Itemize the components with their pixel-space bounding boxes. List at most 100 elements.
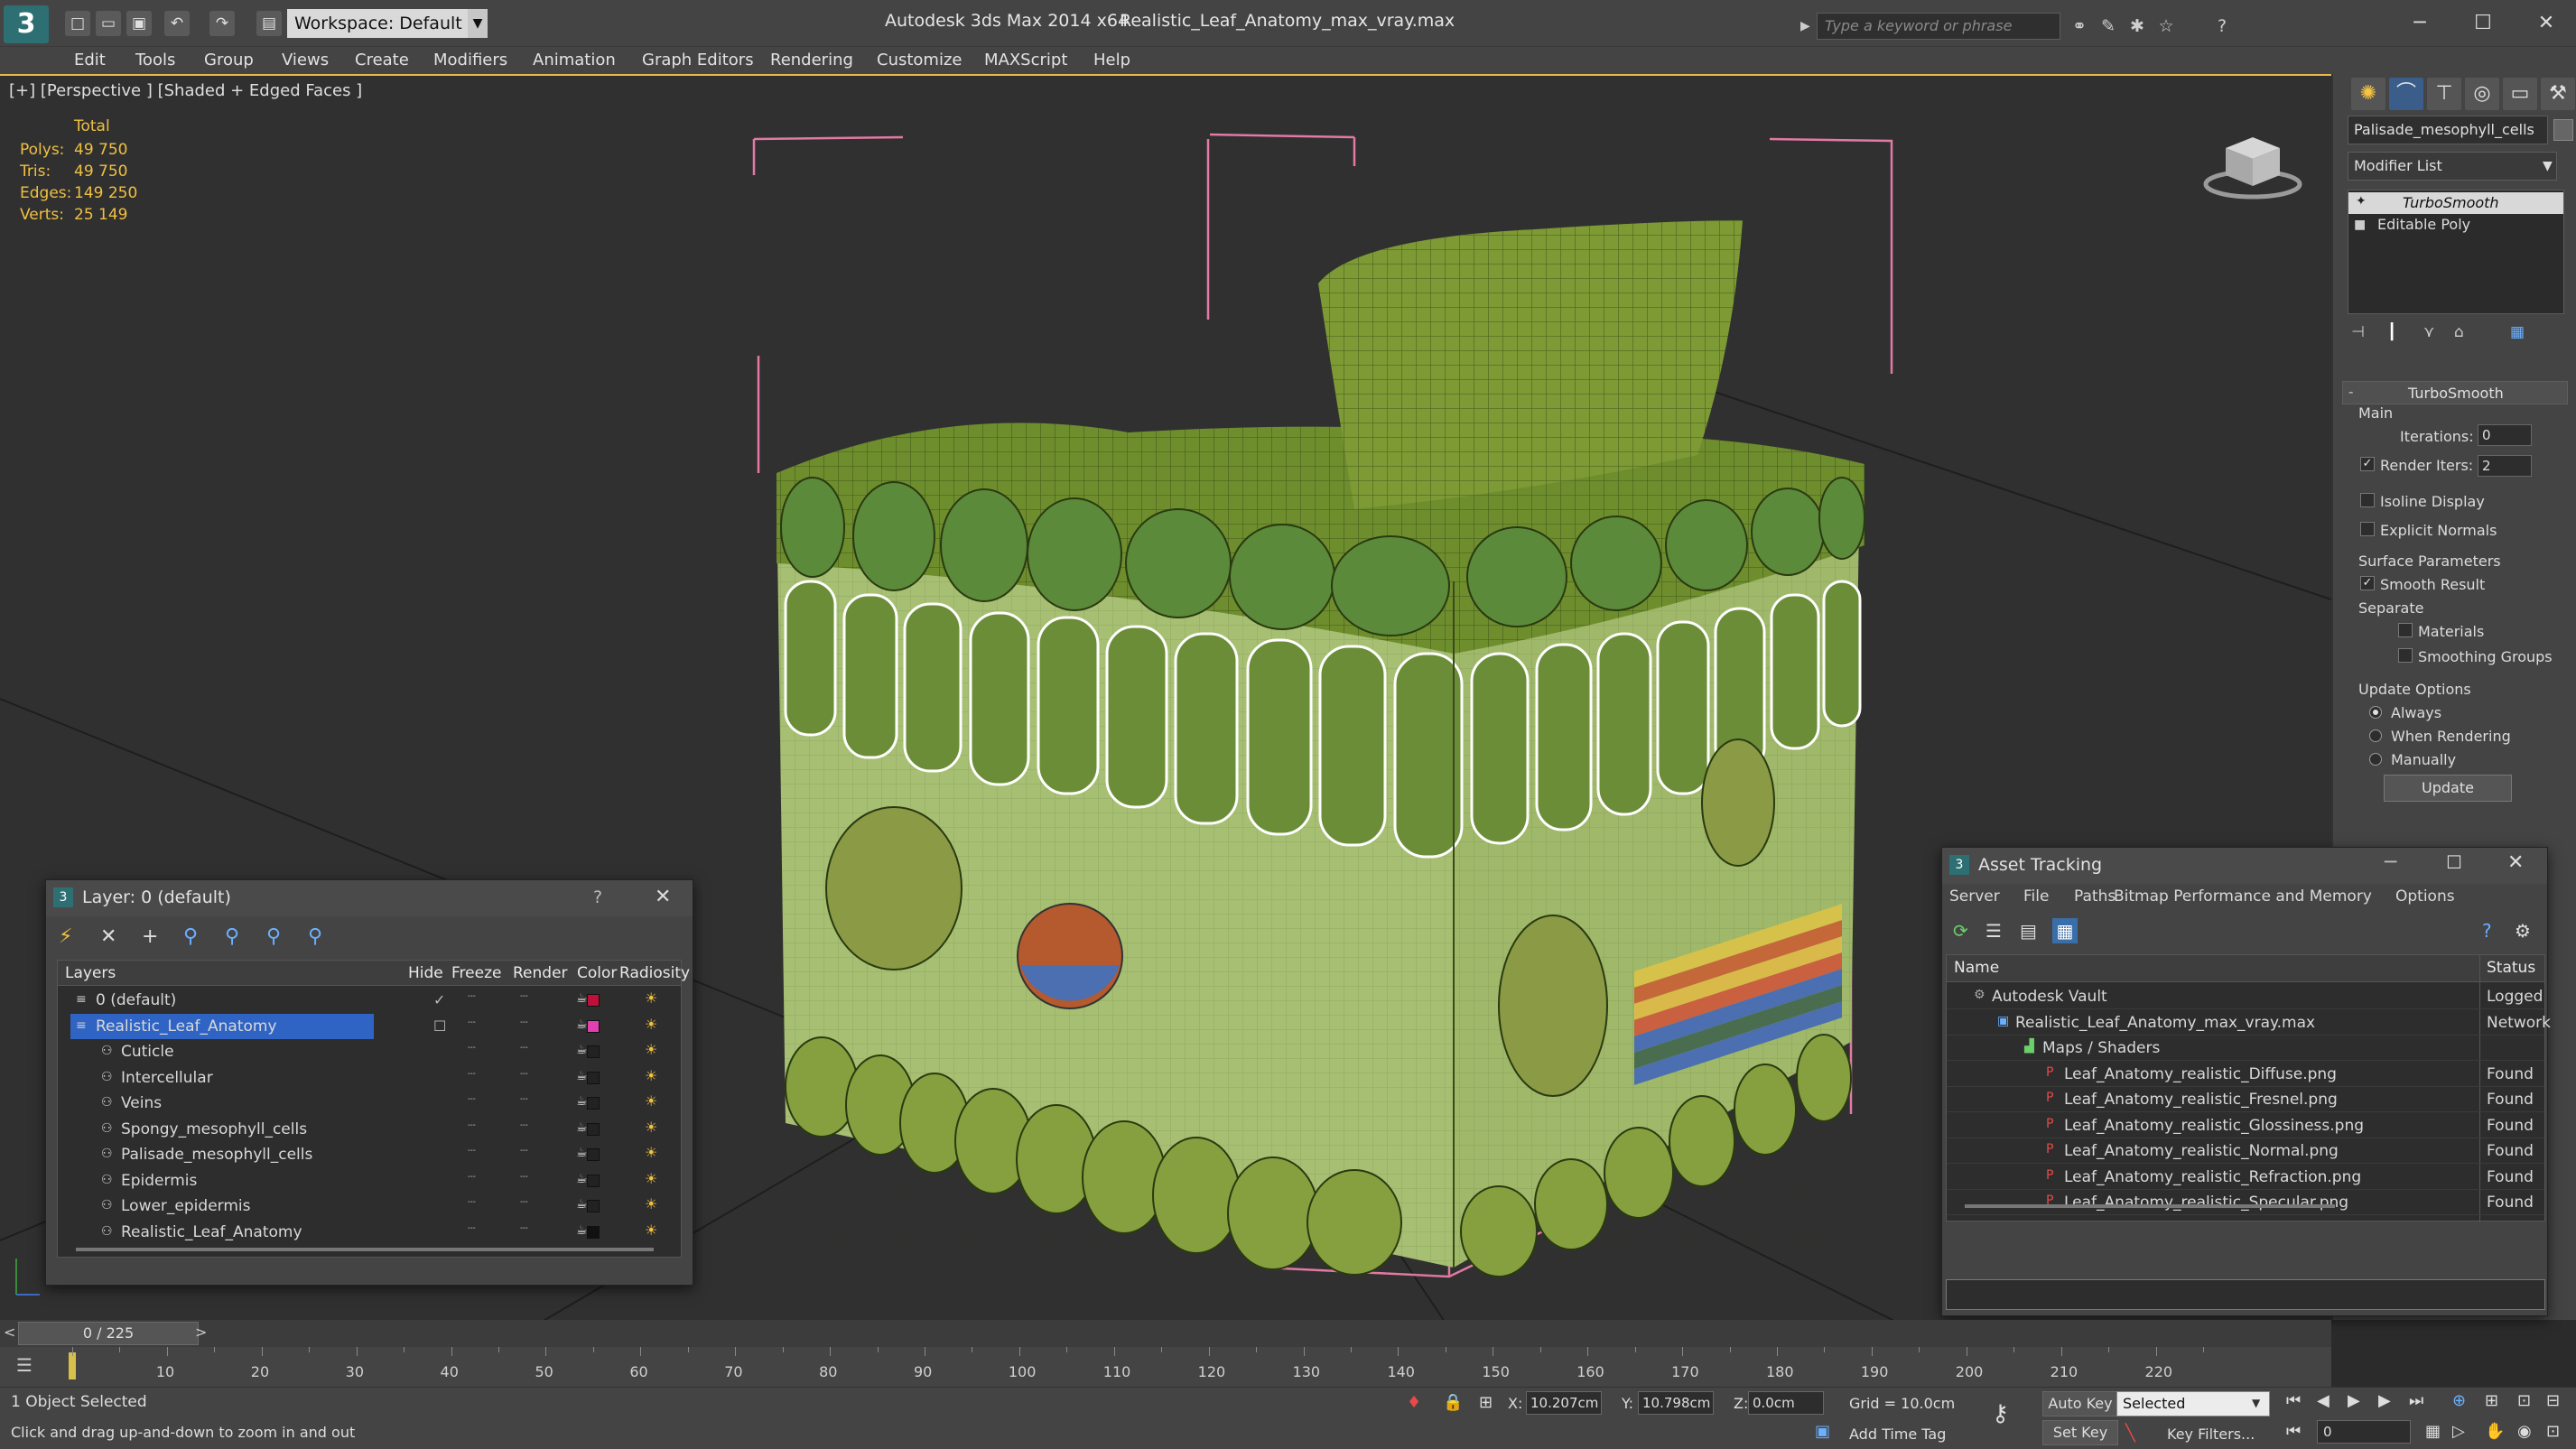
orbit-icon[interactable]: ◉ [2517, 1422, 2532, 1441]
project-folder-icon[interactable]: ▤ [256, 11, 282, 36]
set-key-button[interactable]: Set Key [2042, 1420, 2118, 1445]
radiosity-icon[interactable]: ☀ [645, 1144, 657, 1161]
layer-row[interactable]: ⚇ Spongy_mesophyll_cells ┄ ┄ ☕ ☀ [58, 1117, 681, 1142]
current-frame-field[interactable]: 0 [2317, 1420, 2411, 1444]
menu-edit[interactable]: Edit [74, 51, 106, 70]
isoline-display-checkbox[interactable] [2360, 493, 2375, 507]
layer-scrollbar[interactable] [76, 1248, 654, 1251]
materials-checkbox[interactable] [2398, 623, 2413, 637]
menu-tools[interactable]: Tools [135, 51, 175, 70]
layer-color-swatch[interactable] [587, 1200, 600, 1212]
render-teapot-icon[interactable]: ☕ [576, 1017, 588, 1032]
lightbulb-icon[interactable]: ✦ [2356, 194, 2367, 209]
layer-dialog-titlebar[interactable]: 3 Layer: 0 (default) ? ✕ [46, 880, 693, 916]
radiosity-icon[interactable]: ☀ [645, 1195, 657, 1212]
time-slider-thumb[interactable]: 0 / 225 [18, 1322, 199, 1345]
asset-close-button[interactable]: ✕ [2507, 851, 2524, 874]
asset-row[interactable]: ⚙ Autodesk Vault Logged [1947, 984, 2544, 1009]
modifier-list-dropdown[interactable]: Modifier List [2348, 152, 2557, 181]
new-layer-icon[interactable]: ⚡ [59, 925, 72, 948]
show-end-result-icon[interactable]: ┃ [2387, 323, 2396, 341]
pin-stack-icon[interactable]: ⊣ [2351, 323, 2365, 341]
configure-modifier-sets-icon[interactable]: ▦ [2510, 323, 2525, 341]
zoom-extents-all-icon[interactable]: ⊟ [2546, 1391, 2560, 1410]
layer-row[interactable]: ⚇ Veins ┄ ┄ ☕ ☀ [58, 1091, 681, 1116]
layer-color-swatch[interactable] [587, 1148, 600, 1161]
asset-name[interactable]: Leaf_Anatomy_realistic_Fresnel.png [2064, 1091, 2338, 1109]
next-frame-icon[interactable]: ▶ [2378, 1391, 2391, 1410]
hide-toggle[interactable]: ┄ [468, 1195, 475, 1210]
mini-curve-editor-icon[interactable]: ☰ [16, 1354, 33, 1376]
smoothing-groups-checkbox[interactable] [2398, 648, 2413, 663]
hide-toggle[interactable]: ┄ [468, 1119, 475, 1133]
freeze-toggle[interactable]: ┄ [520, 989, 527, 1004]
layer-row[interactable]: ⚇ Realistic_Leaf_Anatomy ┄ ┄ ☕ ☀ [58, 1220, 681, 1245]
layer-color-swatch[interactable] [587, 1225, 600, 1239]
render-teapot-icon[interactable]: ☕ [576, 1120, 588, 1135]
make-unique-icon[interactable]: ⋎ [2423, 323, 2434, 341]
asset-name[interactable]: Leaf_Anatomy_realistic_Refraction.png [2064, 1168, 2361, 1186]
layer-color-swatch[interactable] [587, 1174, 600, 1187]
layer-name[interactable]: Cuticle [121, 1043, 174, 1061]
layer-color-swatch[interactable] [587, 1071, 600, 1084]
save-file-icon[interactable]: ▣ [126, 11, 152, 36]
go-to-start-icon[interactable]: ⏮ [2286, 1391, 2301, 1410]
asset-row[interactable]: P Leaf_Anatomy_realistic_Glossiness.png … [1947, 1113, 2544, 1138]
layer-help-button[interactable]: ? [593, 887, 602, 907]
layer-color-swatch[interactable] [587, 994, 600, 1007]
binoculars-icon[interactable]: ⚭ [2068, 14, 2091, 38]
col-render[interactable]: Render [513, 964, 568, 982]
freeze-toggle[interactable]: ┄ [520, 1144, 527, 1158]
radiosity-icon[interactable]: ☀ [645, 1067, 657, 1084]
layer-color-swatch[interactable] [587, 1122, 600, 1136]
col-name[interactable]: Name [1954, 959, 1999, 977]
add-time-tag[interactable]: Add Time Tag [1849, 1426, 1946, 1443]
asset-name[interactable]: Leaf_Anatomy_realistic_Normal.png [2064, 1142, 2339, 1160]
key-mode-toggle-icon[interactable]: ╲ [2125, 1424, 2135, 1443]
render-iters-checkbox[interactable]: ✓ [2360, 457, 2375, 471]
layer-row[interactable]: ⚇ Epidermis ┄ ┄ ☕ ☀ [58, 1168, 681, 1194]
hide-toggle[interactable]: ┄ [468, 1092, 475, 1107]
hide-toggle[interactable]: ┄ [468, 1041, 475, 1055]
asset-settings-icon[interactable]: ⚙ [2515, 920, 2531, 942]
highlight-layer-icon[interactable]: ⚲ [225, 925, 239, 948]
hide-toggle[interactable]: ┄ [468, 1221, 475, 1236]
freeze-toggle[interactable]: ┄ [520, 1195, 527, 1210]
asset-row[interactable]: ▟ Maps / Shaders [1947, 1036, 2544, 1061]
auto-key-button[interactable]: Auto Key [2042, 1391, 2118, 1416]
update-button[interactable]: Update [2384, 775, 2512, 802]
utilities-tab-icon[interactable]: ⚒ [2541, 78, 2575, 110]
selection-lock-icon[interactable]: 🔒 [1443, 1393, 1463, 1412]
stack-item-editable-poly[interactable]: Editable Poly [2377, 216, 2470, 233]
modify-tab-icon[interactable]: ⌒ [2389, 78, 2423, 110]
key-mode-icon[interactable]: ⏮ [2286, 1422, 2301, 1441]
turbosmooth-rollout-header[interactable]: - TurboSmooth [2342, 381, 2568, 404]
render-teapot-icon[interactable]: ☕ [576, 1172, 588, 1186]
time-config-icon[interactable]: ▦ [2425, 1422, 2441, 1441]
isolate-icon[interactable]: ♦ [1407, 1393, 1421, 1412]
layer-color-swatch[interactable] [587, 1019, 600, 1033]
radiosity-icon[interactable]: ☀ [645, 1016, 657, 1033]
selection-set-dropdown-icon[interactable]: ▼ [2252, 1397, 2260, 1409]
col-freeze[interactable]: Freeze [451, 964, 501, 982]
object-color-swatch[interactable] [2553, 119, 2573, 141]
freeze-all-icon[interactable]: ⚲ [308, 925, 322, 948]
render-teapot-icon[interactable]: ☕ [576, 991, 588, 1006]
table-view-icon[interactable]: ▤ [2020, 920, 2037, 942]
freeze-toggle[interactable]: ┄ [520, 1016, 527, 1030]
hide-toggle[interactable]: ┄ [468, 1016, 475, 1030]
layer-color-swatch[interactable] [587, 1045, 600, 1058]
rollout-collapse-icon[interactable]: - [2348, 384, 2353, 400]
col-color[interactable]: Color [577, 964, 617, 982]
asset-scrollbar[interactable] [1965, 1204, 2335, 1208]
hide-all-icon[interactable]: ⚲ [266, 925, 281, 948]
zoom-icon[interactable]: ⊕ [2452, 1391, 2466, 1410]
subscription-icon[interactable]: ✎ [2097, 14, 2120, 38]
communication-center-icon[interactable]: ✱ [2125, 14, 2149, 38]
layer-name[interactable]: Realistic_Leaf_Anatomy [121, 1223, 302, 1241]
x-coord-field[interactable]: 10.207cm [1526, 1391, 1602, 1415]
menu-graph-editors[interactable]: Graph Editors [642, 51, 754, 70]
menu-customize[interactable]: Customize [877, 51, 962, 70]
asset-row[interactable]: P Leaf_Anatomy_realistic_Specular.png Fo… [1947, 1190, 2544, 1215]
asset-row[interactable]: ▣ Realistic_Leaf_Anatomy_max_vray.max Ne… [1947, 1010, 2551, 1036]
